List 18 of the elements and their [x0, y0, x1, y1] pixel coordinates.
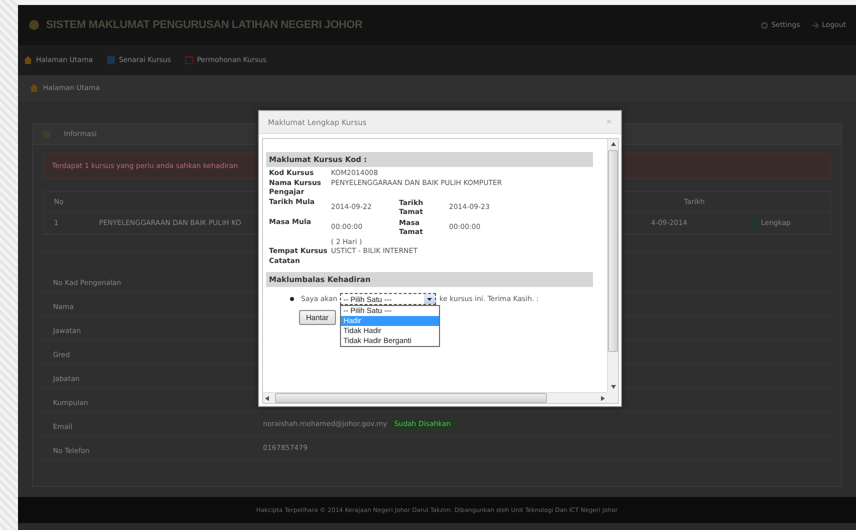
emblem-icon — [28, 19, 40, 31]
bullet-icon — [290, 297, 294, 301]
caret-icon — [427, 298, 432, 300]
scroll-right-icon — [601, 396, 605, 400]
scroll-left-icon — [265, 396, 269, 400]
scrollbar-thumb[interactable] — [608, 150, 618, 352]
logout-icon — [812, 22, 820, 28]
scroll-up-icon — [610, 142, 616, 146]
scrollbar-thumb[interactable] — [275, 393, 547, 403]
calendar-icon — [184, 56, 193, 64]
app-title: SISTEM MAKLUMAT PENGURUSAN LATIHAN NEGERI JOHOR — [46, 19, 363, 31]
list-icon — [106, 56, 115, 64]
settings-icon — [761, 22, 768, 28]
horizontal-scrollbar[interactable] — [263, 392, 607, 403]
home-icon — [30, 84, 38, 92]
vertical-scrollbar[interactable] — [607, 139, 618, 392]
home-icon — [24, 56, 32, 64]
scroll-down-icon — [610, 385, 616, 389]
